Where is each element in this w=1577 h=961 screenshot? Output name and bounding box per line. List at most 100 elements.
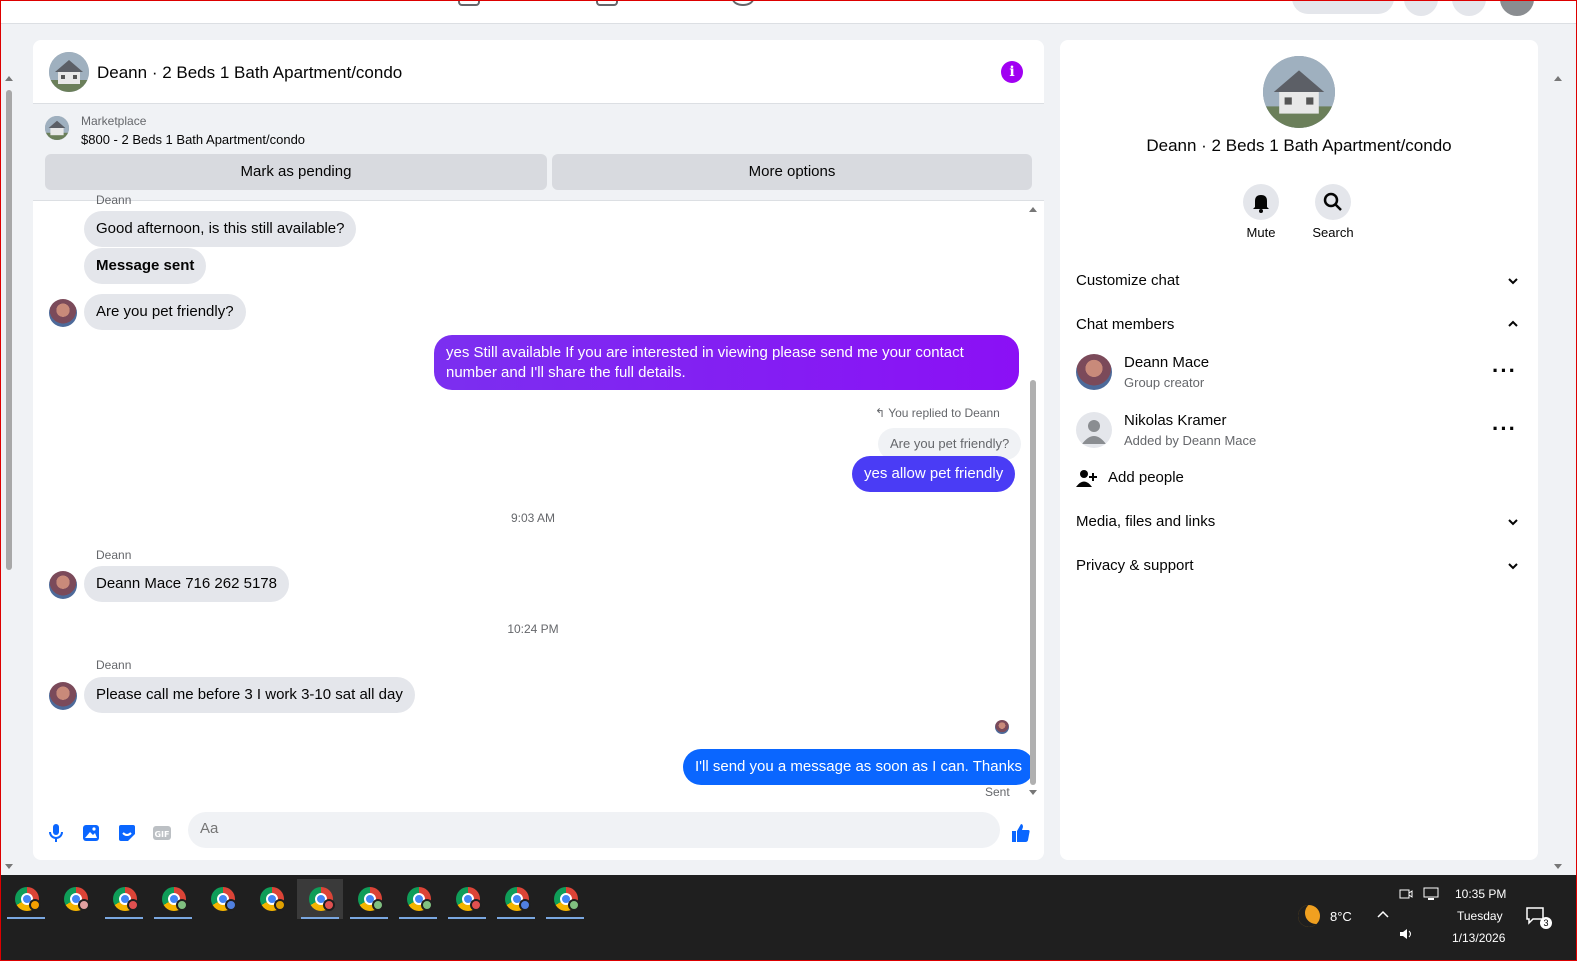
chevron-up-icon[interactable] [1506,317,1520,331]
gif-icon[interactable]: GIF [151,822,173,844]
more-options-icon[interactable]: ··· [1492,418,1517,440]
privacy-support-section[interactable]: Privacy & support [1076,557,1194,574]
moon-weather-icon[interactable] [1298,905,1320,927]
chat-title[interactable]: Deann · 2 Beds 1 Bath Apartment/condo [97,63,402,83]
microphone-icon[interactable] [45,822,67,844]
taskbar-chrome-window[interactable] [199,879,245,919]
taskbar-chrome-window[interactable] [346,879,392,919]
menu-grid-icon[interactable] [1404,0,1438,16]
taskbar-chrome-window[interactable] [101,879,147,919]
media-files-section[interactable]: Media, files and links [1076,513,1215,530]
scroll-thumb[interactable] [6,90,12,570]
running-indicator [399,917,437,919]
incoming-message[interactable]: Are you pet friendly? [84,294,246,330]
running-indicator [546,917,584,919]
scroll-down-arrow[interactable] [5,864,13,869]
mute-button[interactable] [1243,184,1279,220]
marketplace-label: Marketplace [81,114,147,128]
scroll-up-arrow[interactable] [1029,207,1037,212]
profile-badge-icon [274,899,286,911]
meet-icon[interactable] [1399,887,1413,901]
message-line: number and I'll share the full details. [446,364,686,381]
photo-icon[interactable] [80,822,102,844]
message-status: Sent [985,785,1010,799]
incoming-message[interactable]: Please call me before 3 I work 3-10 sat … [84,677,415,713]
taskbar-chrome-window[interactable] [542,879,588,919]
clock-time[interactable]: 10:35 PM [1455,887,1506,901]
account-avatar[interactable] [1500,0,1534,16]
mute-label: Mute [1246,225,1276,240]
taskbar-chrome-window[interactable] [493,879,539,919]
sticker-icon[interactable] [116,822,138,844]
add-people-icon[interactable] [1076,468,1098,488]
outgoing-message[interactable]: I'll send you a message as soon as I can… [683,749,1034,785]
message-line: yes Still available If you are intereste… [446,344,964,361]
taskbar-chrome-window[interactable] [395,879,441,919]
scroll-up-arrow[interactable] [5,76,13,81]
search-button[interactable] [1315,184,1351,220]
groups-nav-icon[interactable] [596,0,618,6]
more-options-icon[interactable]: ··· [1492,360,1517,382]
taskbar-chrome-window[interactable] [248,879,294,919]
tray-chevron-up-icon[interactable] [1376,909,1390,919]
chat-members-section[interactable]: Chat members [1076,316,1174,333]
clock-date[interactable]: 1/13/2026 [1452,931,1505,945]
taskbar-chrome-window[interactable] [52,879,98,919]
volume-icon[interactable] [1399,927,1415,941]
right-scrollbar[interactable] [1552,72,1564,872]
outgoing-message[interactable]: yes allow pet friendly [852,456,1016,492]
member-name[interactable]: Deann Mace [1124,354,1209,371]
like-icon[interactable] [1010,822,1032,844]
message-list: Deann Good afternoon, is this still avai… [33,193,1037,806]
sender-avatar[interactable] [49,299,77,327]
chevron-down-icon[interactable] [1506,515,1520,529]
mark-as-pending-button[interactable]: Mark as pending [45,154,547,190]
member-role: Added by Deann Mace [1124,433,1257,448]
chat-avatar[interactable] [49,52,89,92]
listing-title[interactable]: $800 - 2 Beds 1 Bath Apartment/condo [81,132,305,147]
gaming-nav-icon[interactable] [732,0,754,6]
taskbar-chrome-window[interactable] [150,879,196,919]
incoming-message[interactable]: Message sent [84,248,207,284]
message-input[interactable] [200,820,960,837]
reply-label: You replied to Deann [888,406,1000,420]
member-avatar[interactable] [1076,412,1112,448]
side-title: Deann · 2 Beds 1 Bath Apartment/condo [1146,136,1452,155]
find-friends-button[interactable] [1292,0,1394,14]
listing-thumbnail[interactable] [45,116,69,140]
taskbar-chrome-window[interactable] [444,879,490,919]
add-people-button[interactable]: Add people [1108,469,1184,486]
page-scrollbar[interactable] [3,72,15,872]
scroll-down-arrow[interactable] [1554,864,1562,869]
reply-indicator: ↰ You replied to Deann [875,406,1000,420]
chat-panel: Deann · 2 Beds 1 Bath Apartment/condo i … [33,40,1044,860]
incoming-message[interactable]: Good afternoon, is this still available? [84,211,357,247]
taskbar-chrome-window[interactable] [3,879,49,919]
member-name[interactable]: Nikolas Kramer [1124,412,1227,429]
taskbar-chrome-window[interactable] [297,879,343,919]
network-icon[interactable] [1423,887,1439,901]
timestamp: 9:03 AM [510,511,556,525]
incoming-message[interactable]: Deann Mace 716 262 5178 [84,566,289,602]
outgoing-message[interactable]: yes Still available If you are intereste… [434,335,1019,390]
clock-day[interactable]: Tuesday [1457,909,1503,923]
scroll-thumb[interactable] [1030,380,1036,785]
info-icon[interactable]: i [1001,61,1023,83]
chevron-down-icon[interactable] [1506,559,1520,573]
marketplace-nav-icon[interactable] [458,0,480,6]
more-options-button[interactable]: More options [552,154,1032,190]
sender-avatar[interactable] [49,571,77,599]
customize-chat-section[interactable]: Customize chat [1076,272,1179,289]
scroll-down-arrow[interactable] [1029,790,1037,795]
member-avatar[interactable] [1076,354,1112,390]
chevron-down-icon[interactable] [1506,274,1520,288]
running-indicator [154,917,192,919]
scroll-up-arrow[interactable] [1554,76,1562,81]
sender-name: Deann [96,193,132,207]
weather-temp[interactable]: 8°C [1330,909,1352,924]
chat-avatar-large[interactable] [1263,56,1335,128]
messages-scrollbar[interactable] [1028,205,1038,795]
notifications-icon[interactable] [1452,0,1486,16]
bell-icon [1253,195,1269,213]
sender-avatar[interactable] [49,682,77,710]
